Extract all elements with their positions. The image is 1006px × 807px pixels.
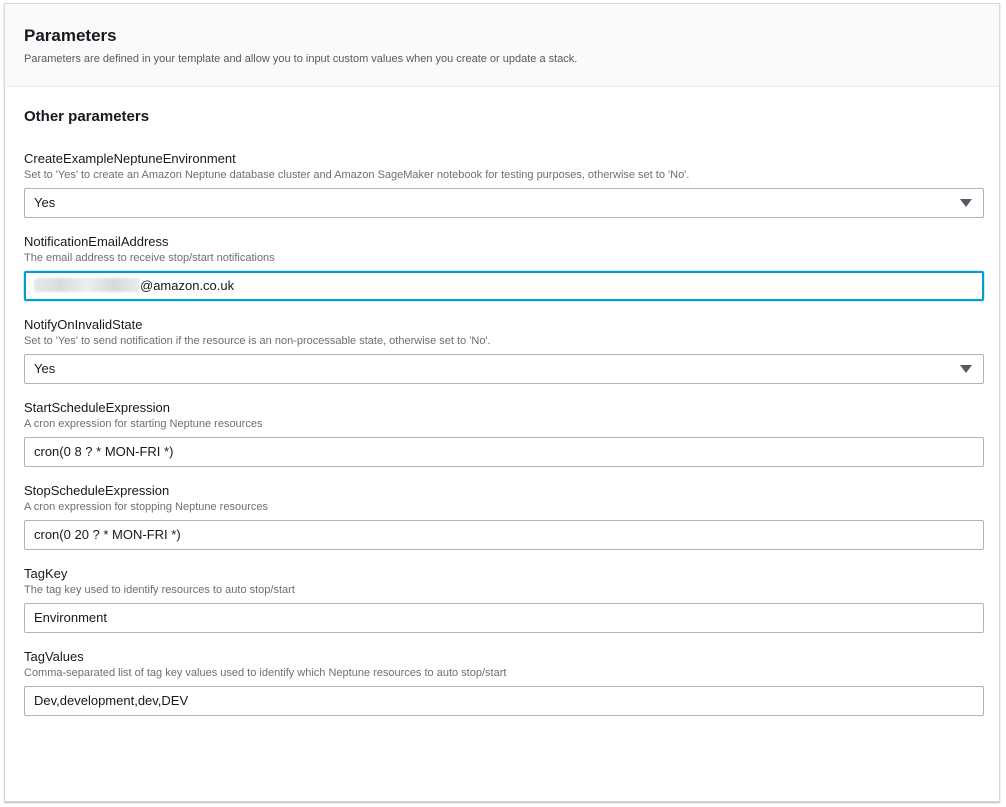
- section-title: Other parameters: [24, 108, 150, 125]
- input-value: cron(0 20 ? * MON-FRI *): [34, 527, 181, 542]
- select-value: Yes: [34, 195, 56, 210]
- field-label: StopScheduleExpression: [24, 483, 170, 498]
- field-description: The tag key used to identify resources t…: [24, 584, 295, 596]
- caret-down-icon[interactable]: [960, 365, 972, 373]
- panel-header: Parameters Parameters are defined in you…: [5, 4, 999, 87]
- field-notify-on-invalid-state: NotifyOnInvalidState Set to 'Yes' to sen…: [24, 317, 999, 384]
- field-description: Set to 'Yes' to send notification if the…: [24, 335, 491, 347]
- redacted-email-local-part: [34, 278, 140, 293]
- field-label: StartScheduleExpression: [24, 400, 170, 415]
- input-value: Dev,development,dev,DEV: [34, 693, 189, 708]
- input-value: cron(0 8 ? * MON-FRI *): [34, 444, 174, 459]
- tag-values-input[interactable]: Dev,development,dev,DEV: [24, 686, 984, 716]
- field-start-schedule-expression: StartScheduleExpression A cron expressio…: [24, 400, 999, 467]
- parameters-panel: Parameters Parameters are defined in you…: [4, 3, 1000, 802]
- field-label: TagValues: [24, 649, 84, 664]
- field-notification-email-address: NotificationEmailAddress The email addre…: [24, 234, 999, 301]
- input-value: Environment: [34, 610, 107, 625]
- field-description: The email address to receive stop/start …: [24, 252, 275, 264]
- field-label: NotificationEmailAddress: [24, 234, 169, 249]
- email-domain-text: @amazon.co.uk: [140, 278, 235, 293]
- panel-body: Other parameters CreateExampleNeptuneEnv…: [5, 87, 999, 716]
- select-value: Yes: [34, 361, 56, 376]
- field-description: Set to 'Yes' to create an Amazon Neptune…: [24, 169, 690, 181]
- field-label: TagKey: [24, 566, 68, 581]
- panel-description: Parameters are defined in your template …: [24, 53, 578, 65]
- notification-email-input[interactable]: @amazon.co.uk: [24, 271, 984, 301]
- field-description: A cron expression for starting Neptune r…: [24, 418, 263, 430]
- panel-title: Parameters: [24, 26, 117, 45]
- field-label: NotifyOnInvalidState: [24, 317, 143, 332]
- field-description: A cron expression for stopping Neptune r…: [24, 501, 268, 513]
- field-tag-values: TagValues Comma-separated list of tag ke…: [24, 649, 999, 716]
- caret-down-icon[interactable]: [960, 199, 972, 207]
- field-create-example-neptune-environment: CreateExampleNeptuneEnvironment Set to '…: [24, 151, 999, 218]
- field-tag-key: TagKey The tag key used to identify reso…: [24, 566, 999, 633]
- tag-key-input[interactable]: Environment: [24, 603, 984, 633]
- create-example-neptune-environment-select[interactable]: Yes: [24, 188, 984, 218]
- field-label: CreateExampleNeptuneEnvironment: [24, 151, 236, 166]
- start-schedule-expression-input[interactable]: cron(0 8 ? * MON-FRI *): [24, 437, 984, 467]
- field-stop-schedule-expression: StopScheduleExpression A cron expression…: [24, 483, 999, 550]
- notify-on-invalid-state-select[interactable]: Yes: [24, 354, 984, 384]
- stop-schedule-expression-input[interactable]: cron(0 20 ? * MON-FRI *): [24, 520, 984, 550]
- field-description: Comma-separated list of tag key values u…: [24, 667, 507, 679]
